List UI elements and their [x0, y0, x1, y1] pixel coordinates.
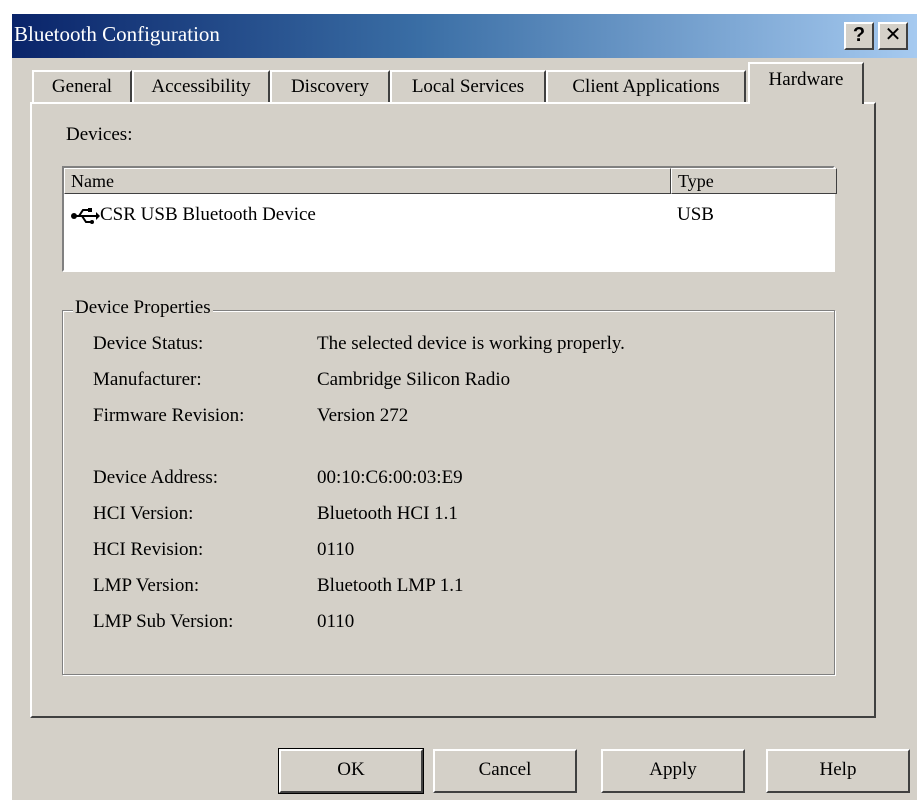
manufacturer-value: Cambridge Silicon Radio: [317, 369, 511, 390]
device-status-label: Device Status:: [93, 333, 204, 354]
device-properties-legend: Device Properties: [73, 297, 213, 319]
column-header-type[interactable]: Type: [671, 168, 837, 194]
usb-icon: [71, 208, 100, 224]
lmp-sub-version-label: LMP Sub Version:: [93, 611, 234, 632]
manufacturer-label: Manufacturer:: [93, 369, 202, 390]
ok-button[interactable]: OK: [278, 748, 424, 794]
devices-list[interactable]: Name Type CSR USB Bluetooth Device USB: [62, 166, 837, 272]
hci-revision-label: HCI Revision:: [93, 539, 204, 560]
devices-label: Devices:: [66, 124, 133, 145]
device-address-value: 00:10:C6:00:03:E9: [317, 467, 463, 488]
hci-version-value: Bluetooth HCI 1.1: [317, 503, 458, 524]
bluetooth-config-dialog: Bluetooth Configuration ? ✕ General Acce…: [10, 12, 917, 800]
hci-revision-value: 0110: [317, 539, 355, 560]
tab-client-applications[interactable]: Client Applications: [546, 70, 746, 102]
firmware-revision-label: Firmware Revision:: [93, 405, 245, 426]
window-title: Bluetooth Configuration: [14, 22, 220, 46]
close-icon[interactable]: ✕: [878, 22, 908, 50]
tab-strip: General Accessibility Discovery Local Se…: [12, 58, 917, 104]
list-item[interactable]: CSR USB Bluetooth Device USB: [64, 202, 833, 230]
tab-general[interactable]: General: [32, 70, 132, 102]
tab-local-services[interactable]: Local Services: [390, 70, 546, 102]
help-icon[interactable]: ?: [844, 22, 874, 50]
hardware-tab-panel: Devices: Name Type CSR USB Bluetooth Dev…: [30, 102, 876, 718]
cancel-button[interactable]: Cancel: [433, 749, 577, 793]
tab-discovery[interactable]: Discovery: [270, 70, 390, 102]
hci-version-label: HCI Version:: [93, 503, 194, 524]
device-address-label: Device Address:: [93, 467, 219, 488]
list-header: Name Type: [64, 168, 837, 194]
lmp-version-label: LMP Version:: [93, 575, 200, 596]
device-status-value: The selected device is working properly.: [317, 333, 625, 354]
tab-accessibility[interactable]: Accessibility: [132, 70, 270, 102]
help-button[interactable]: Help: [766, 749, 910, 793]
tab-hardware[interactable]: Hardware: [748, 62, 864, 104]
column-header-name[interactable]: Name: [64, 168, 671, 194]
device-type: USB: [677, 204, 714, 225]
firmware-revision-value: Version 272: [317, 405, 409, 426]
title-bar[interactable]: Bluetooth Configuration ? ✕: [12, 14, 917, 58]
apply-button[interactable]: Apply: [601, 749, 745, 793]
device-name: CSR USB Bluetooth Device: [100, 204, 316, 225]
device-properties-group: Device Properties Device Status: The sel…: [62, 297, 835, 675]
lmp-version-value: Bluetooth LMP 1.1: [317, 575, 464, 596]
lmp-sub-version-value: 0110: [317, 611, 355, 632]
